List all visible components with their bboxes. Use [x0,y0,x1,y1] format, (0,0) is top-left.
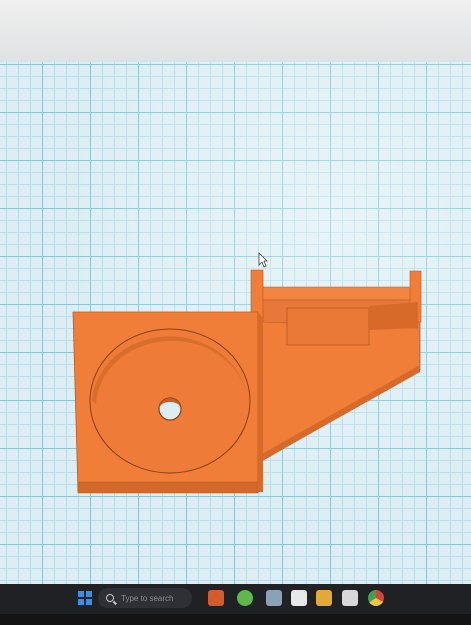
taskbar [0,584,471,614]
start-button[interactable] [78,591,92,605]
search-placeholder: Type to search [121,593,174,603]
bracket-slot [286,307,370,346]
photos-app-icon[interactable] [237,590,253,606]
monitor-photo: Type to search [0,0,471,625]
files-app-icon[interactable] [208,590,224,606]
bracket-slot-shade [369,302,418,330]
folder-icon[interactable] [316,590,332,606]
taskbar-search-box[interactable]: Type to search [98,588,192,608]
bracket-part[interactable] [250,269,422,463]
notes-app-icon[interactable] [342,590,358,606]
monitor-bezel [0,614,471,625]
text-app-icon[interactable] [291,590,307,606]
mouse-cursor-icon [258,252,268,268]
plate-right-edge [258,312,263,492]
3d-model-viewport[interactable] [0,0,471,625]
bracket-top-rail [261,286,415,301]
plate-part[interactable] [72,311,263,494]
chrome-icon[interactable] [368,590,384,606]
search-icon [106,594,114,602]
plate-bottom-edge [77,481,259,494]
explorer-icon[interactable] [266,590,282,606]
